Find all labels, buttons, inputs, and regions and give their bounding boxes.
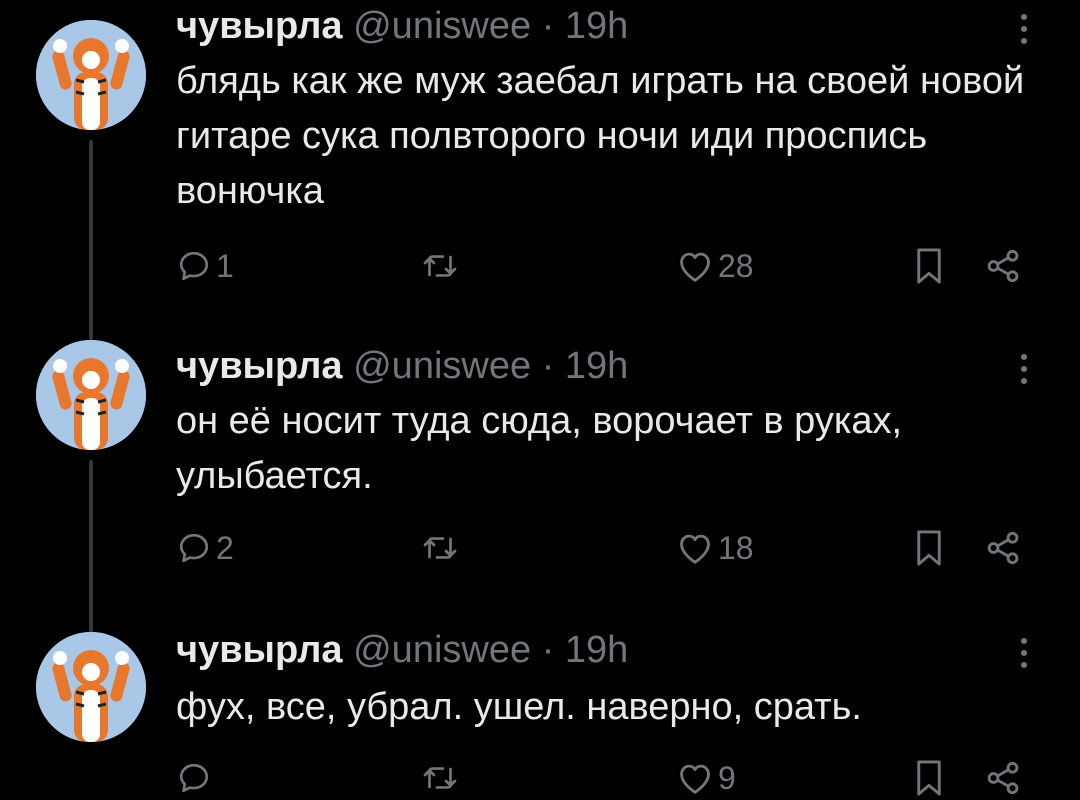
more-icon[interactable] xyxy=(1016,14,1032,54)
display-name[interactable]: чувырла xyxy=(176,5,343,47)
display-name[interactable]: чувырла xyxy=(176,629,343,671)
like-icon xyxy=(680,534,710,564)
reply-icon xyxy=(179,251,209,281)
share-icon xyxy=(987,531,1019,565)
handle-and-time[interactable]: @uniswee · 19h xyxy=(353,5,628,47)
avatar[interactable] xyxy=(36,20,146,130)
reply-icon xyxy=(179,533,209,563)
share-button[interactable] xyxy=(984,526,1022,570)
retweet-icon xyxy=(423,255,457,277)
tweet-header: чувырла @uniswee · 19h xyxy=(176,628,628,672)
handle-and-time[interactable]: @uniswee · 19h xyxy=(353,345,628,387)
tiger-mascot-image xyxy=(36,20,146,130)
tweet-header: чувырла @uniswee · 19h xyxy=(176,344,628,388)
reply-button[interactable]: 2 xyxy=(176,526,234,570)
tweet-actions: 9 xyxy=(0,756,1080,800)
bookmark-icon xyxy=(917,530,941,566)
thread-line xyxy=(89,140,93,340)
tweet[interactable]: чувырла @uniswee · 19h он её носит туда … xyxy=(0,320,1080,640)
retweet-button[interactable] xyxy=(420,526,464,570)
reply-count: 2 xyxy=(216,529,234,566)
display-name[interactable]: чувырла xyxy=(176,345,343,387)
tweet-actions: 1 28 xyxy=(0,244,1080,288)
like-count: 28 xyxy=(718,247,754,284)
like-button[interactable]: 28 xyxy=(676,244,754,288)
tweet-header: чувырла @uniswee · 19h xyxy=(176,4,628,48)
tweet-text: блядь как же муж заебал играть на своей … xyxy=(176,60,1025,212)
retweet-button[interactable] xyxy=(420,244,464,288)
tiger-mascot-image xyxy=(36,340,146,450)
share-icon xyxy=(987,249,1019,283)
bookmark-button[interactable] xyxy=(914,756,944,800)
like-button[interactable]: 9 xyxy=(676,756,736,800)
handle-and-time[interactable]: @uniswee · 19h xyxy=(353,629,628,671)
more-icon[interactable] xyxy=(1016,354,1032,394)
tiger-mascot-image xyxy=(36,632,146,742)
share-button[interactable] xyxy=(984,756,1022,800)
bookmark-icon xyxy=(917,760,941,796)
avatar[interactable] xyxy=(36,340,146,450)
like-count: 9 xyxy=(718,759,736,796)
retweet-button[interactable] xyxy=(420,756,464,800)
retweet-icon xyxy=(423,537,457,559)
like-count: 18 xyxy=(718,529,754,566)
tweet-actions: 2 18 xyxy=(0,526,1080,570)
share-button[interactable] xyxy=(984,244,1022,288)
tweet[interactable]: чувырла @uniswee · 19h блядь как же муж … xyxy=(0,0,1080,340)
reply-count: 1 xyxy=(216,247,234,284)
more-icon[interactable] xyxy=(1016,638,1032,678)
tweet[interactable]: чувырла @uniswee · 19h фух, все, убрал. … xyxy=(0,620,1080,800)
like-icon xyxy=(680,252,710,282)
retweet-icon xyxy=(423,767,457,789)
avatar[interactable] xyxy=(36,632,146,742)
like-button[interactable]: 18 xyxy=(676,526,754,570)
bookmark-icon xyxy=(917,248,941,284)
bookmark-button[interactable] xyxy=(914,244,944,288)
like-icon xyxy=(680,764,710,794)
tweet-text: фух, все, убрал. ушел. наверно, срать. xyxy=(176,686,862,728)
tweet-text: он её носит туда сюда, ворочает в руках,… xyxy=(176,400,903,497)
reply-icon xyxy=(179,763,209,793)
reply-button[interactable]: 1 xyxy=(176,244,234,288)
reply-button[interactable] xyxy=(176,756,216,800)
bookmark-button[interactable] xyxy=(914,526,944,570)
share-icon xyxy=(987,761,1019,795)
